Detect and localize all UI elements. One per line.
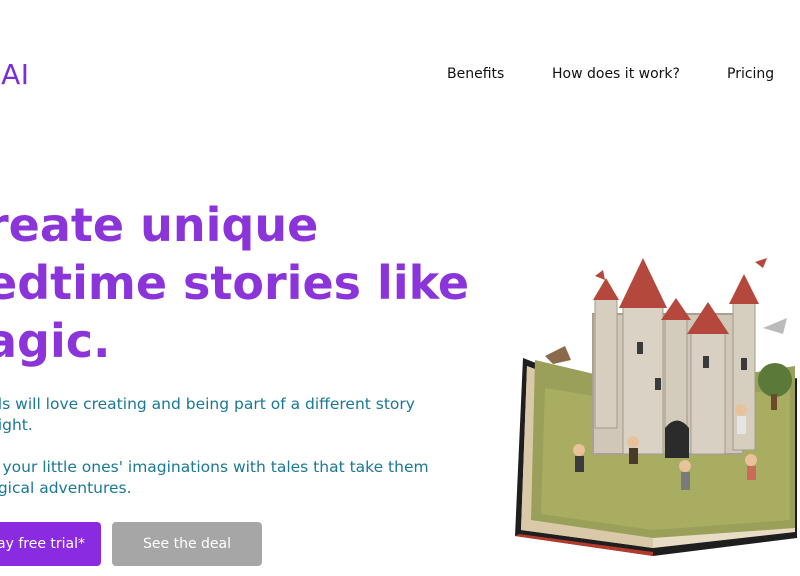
hero-headline: reate unique edtime stories like agic. [0, 196, 469, 370]
paragraph-2-line-1: e your little ones' imaginations with ta… [0, 458, 429, 476]
headline-line-1: reate unique [0, 198, 319, 252]
headline-line-2: edtime stories like [0, 256, 470, 310]
free-trial-button[interactable]: ay free trial* [0, 522, 101, 566]
nav-how-it-works[interactable]: How does it work? [552, 66, 680, 82]
nav-benefits[interactable]: Benefits [447, 66, 504, 82]
hero-paragraph-2: e your little ones' imaginations with ta… [0, 457, 429, 499]
top-nav: Benefits How does it work? Pricing [0, 66, 800, 86]
paragraph-1-line-1: ids will love creating and being part of… [0, 395, 415, 413]
headline-line-3: agic. [0, 314, 111, 368]
nav-pricing[interactable]: Pricing [727, 66, 774, 82]
hero-paragraph-1: ids will love creating and being part of… [0, 394, 415, 436]
see-deal-button[interactable]: See the deal [112, 522, 262, 566]
paragraph-2-line-2: ugical adventures. [0, 479, 132, 497]
castle-book-illustration [515, 258, 797, 556]
paragraph-1-line-2: night. [0, 416, 33, 434]
